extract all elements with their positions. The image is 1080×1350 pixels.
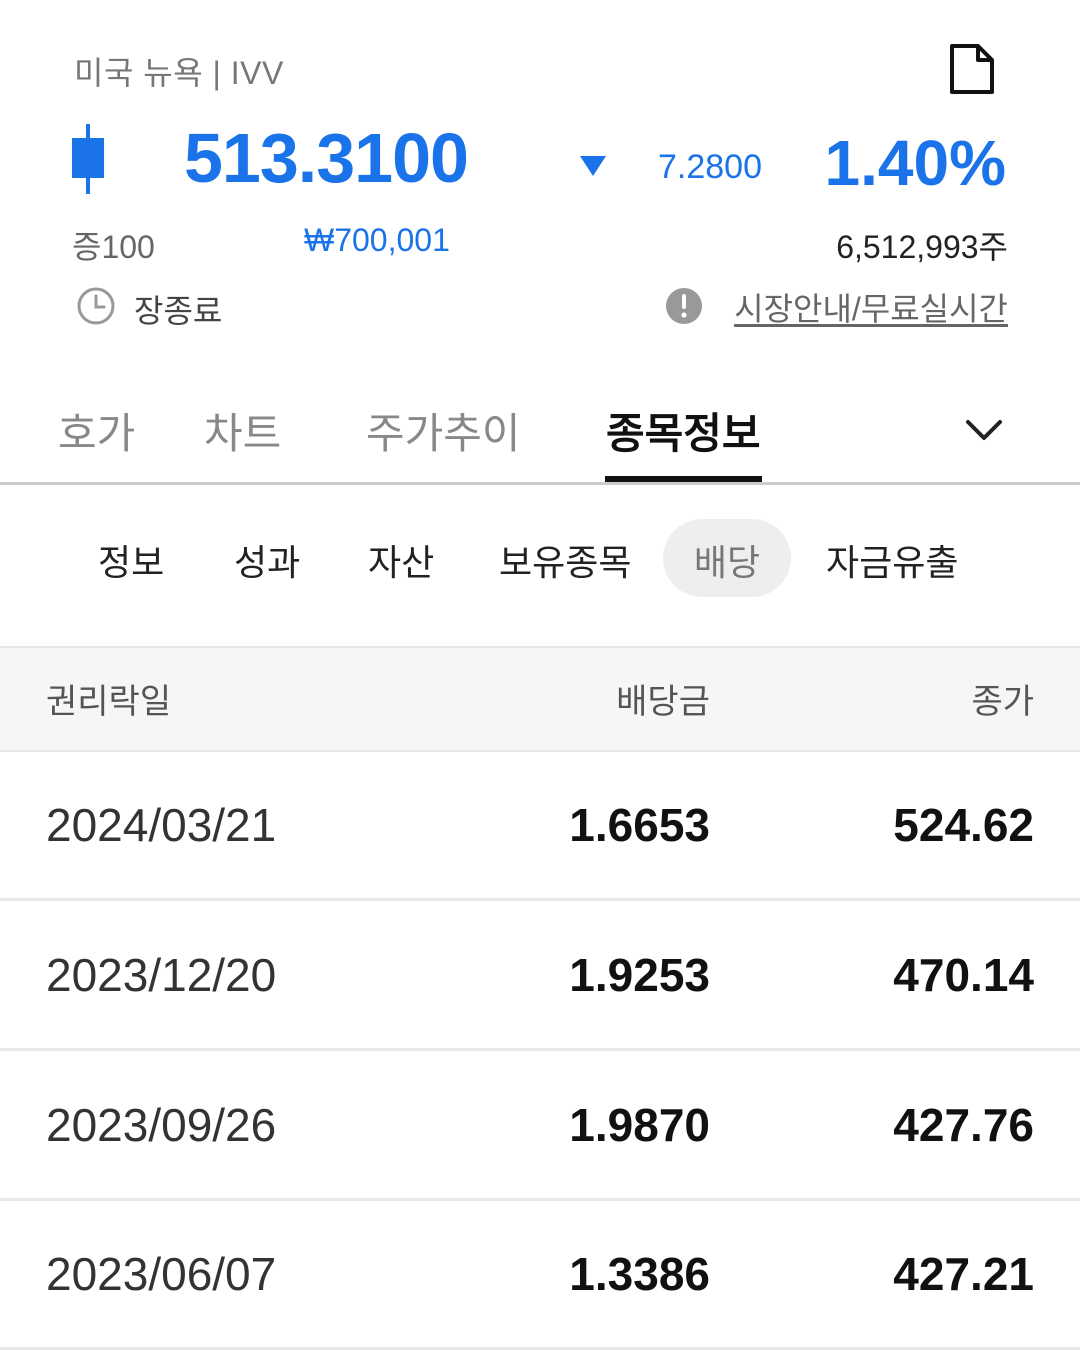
subtab-assets[interactable]: 자산 [368, 534, 434, 586]
table-row: 2024/03/21 1.6653 524.62 [0, 750, 1080, 901]
dividend-table-header: 권리락일 배당금 종가 [0, 646, 1080, 752]
subtab-dividend-label: 배당 [693, 542, 761, 583]
ex-date-cell: 2023/09/26 [46, 1099, 277, 1151]
subtab-fund-flow[interactable]: 자금유출 [826, 534, 958, 586]
dividend-cell: 1.6653 [569, 799, 710, 851]
active-tab-indicator [605, 476, 762, 482]
table-row: 2023/06/07 1.3386 427.21 [0, 1199, 1080, 1350]
subtab-holdings[interactable]: 보유종목 [499, 534, 631, 586]
ex-date-cell: 2023/06/07 [46, 1248, 277, 1300]
info-icon[interactable] [664, 286, 704, 326]
current-price: 513.3100 [184, 119, 469, 197]
chevron-down-icon[interactable] [960, 410, 1008, 450]
market-ticker-label: 미국 뉴욕 | IVV [74, 55, 284, 91]
ex-date-cell: 2023/12/20 [46, 949, 277, 1001]
ex-date-cell: 2024/03/21 [46, 799, 277, 851]
tab-orderbook[interactable]: 호가 [58, 400, 135, 461]
main-tab-bar: 호가 차트 주가추이 종목정보 [0, 380, 1080, 485]
close-price-cell: 427.76 [893, 1099, 1034, 1151]
close-price-cell: 524.62 [893, 799, 1034, 851]
tab-stock-info[interactable]: 종목정보 [606, 400, 761, 461]
price-change-percent: 1.40% [824, 127, 1006, 199]
close-price-cell: 470.14 [893, 949, 1034, 1001]
column-header-ex-date: 권리락일 [46, 683, 172, 721]
stock-detail-page: 미국 뉴욕 | IVV 513.3100 7.2800 1.40% 증100 ₩… [0, 0, 1080, 1350]
dividend-cell: 1.9870 [569, 1099, 710, 1151]
column-header-dividend: 배당금 [616, 683, 710, 721]
close-price-cell: 427.21 [893, 1248, 1034, 1300]
table-row: 2023/12/20 1.9253 470.14 [0, 900, 1080, 1051]
lot-size: 증100 [72, 229, 155, 265]
dividend-cell: 1.3386 [569, 1248, 710, 1300]
subtab-performance[interactable]: 성과 [234, 534, 300, 586]
price-change: 7.2800 [658, 148, 762, 186]
table-row: 2023/09/26 1.9870 427.76 [0, 1050, 1080, 1201]
candlestick-icon [72, 124, 104, 194]
tab-chart[interactable]: 차트 [204, 400, 281, 461]
trade-volume: 6,512,993주 [836, 229, 1008, 265]
subtab-info[interactable]: 정보 [98, 534, 164, 586]
market-status: 장종료 [134, 293, 223, 329]
document-icon[interactable] [944, 42, 1000, 98]
column-header-close: 종가 [971, 683, 1034, 721]
subtab-dividend[interactable]: 배당 [663, 519, 791, 597]
dividend-cell: 1.9253 [569, 949, 710, 1001]
market-guide-link[interactable]: 시장안내/무료실시간 [734, 284, 1008, 330]
krw-price: ₩700,001 [304, 222, 450, 258]
tab-price-trend[interactable]: 주가추이 [366, 400, 521, 461]
down-triangle-icon [580, 156, 606, 176]
clock-icon [77, 287, 115, 325]
